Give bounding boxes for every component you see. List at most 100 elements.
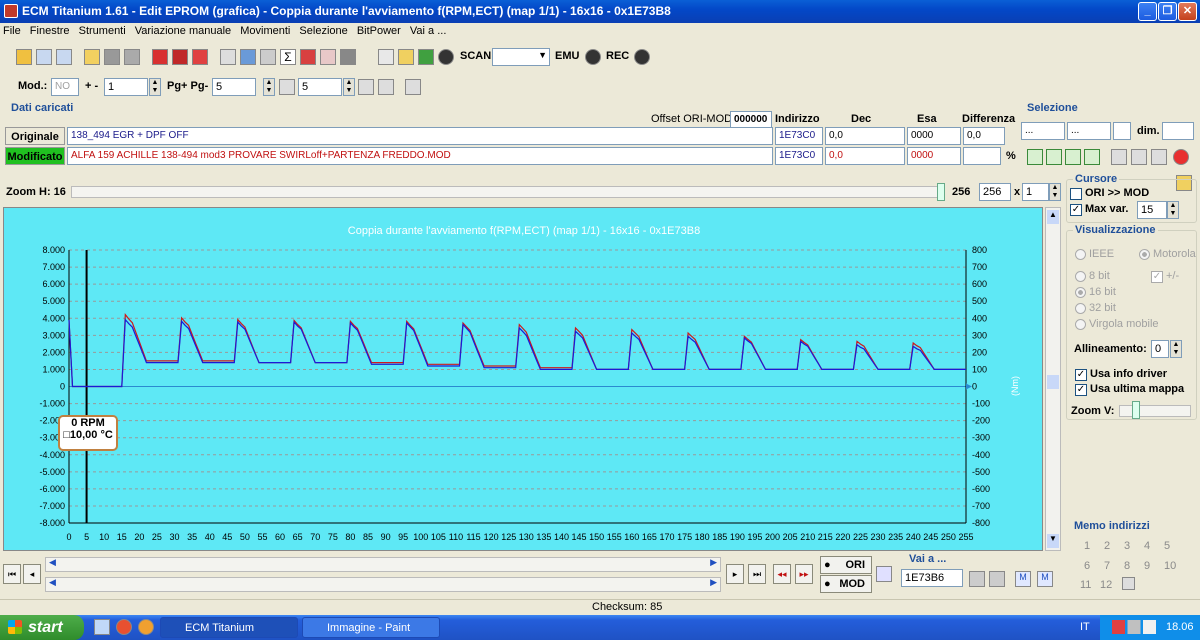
swap-icon[interactable]: [876, 566, 892, 582]
plusminus-checkbox[interactable]: ✓: [1151, 271, 1163, 283]
text-icon[interactable]: [378, 49, 394, 65]
h-icon[interactable]: [378, 79, 394, 95]
menu-vaia[interactable]: Vai a ...: [407, 23, 449, 40]
max-var-spinner[interactable]: ▲ ▼: [1167, 201, 1179, 219]
bit32-radio[interactable]: [1075, 303, 1086, 314]
bookmark2-icon[interactable]: M: [1037, 571, 1053, 587]
memo-1[interactable]: 1: [1084, 540, 1090, 552]
chart-area[interactable]: 8.000 800 7.000 700 6.000 600 5.000 500 4.000 400…: [3, 207, 1043, 551]
scan-dropdown[interactable]: ▼: [492, 48, 550, 66]
vaia-go2-icon[interactable]: [989, 571, 1005, 587]
check-icon[interactable]: [152, 49, 168, 65]
allineamento-field[interactable]: 0: [1151, 340, 1169, 358]
quicklaunch-desktop-icon[interactable]: [94, 619, 110, 635]
p-field[interactable]: 5: [298, 78, 342, 96]
memo-5[interactable]: 5: [1164, 540, 1170, 552]
sel-ux-icon[interactable]: [1046, 149, 1062, 165]
pg-field[interactable]: 5: [212, 78, 256, 96]
ieee-radio[interactable]: [1075, 249, 1086, 260]
save-icon[interactable]: [104, 49, 120, 65]
memo-2[interactable]: 2: [1104, 540, 1110, 552]
menu-finestre[interactable]: Finestre: [27, 23, 73, 40]
quicklaunch-app-icon[interactable]: [116, 619, 132, 635]
next-icon[interactable]: ▸: [726, 564, 744, 584]
map-icon[interactable]: [192, 49, 208, 65]
first-icon[interactable]: ⏮: [3, 564, 21, 584]
disk-icon[interactable]: [124, 49, 140, 65]
menu-movimenti[interactable]: Movimenti: [237, 23, 293, 40]
ori-mod-checkbox[interactable]: [1070, 188, 1082, 200]
last-icon[interactable]: ⏭: [748, 564, 766, 584]
usa-info-checkbox[interactable]: ✓: [1075, 369, 1087, 381]
memo-save-icon[interactable]: [1122, 577, 1135, 590]
selezione-end-field[interactable]: ...: [1067, 122, 1111, 140]
ori-button[interactable]: ● ORI: [820, 556, 872, 574]
memo-6[interactable]: 6: [1084, 560, 1090, 572]
p-spinner[interactable]: ▲ ▼: [343, 78, 355, 96]
sel-u-icon[interactable]: [1027, 149, 1043, 165]
scroll-thumb[interactable]: [1047, 375, 1059, 389]
zoom-h-thumb[interactable]: [937, 183, 945, 201]
menu-strumenti[interactable]: Strumenti: [76, 23, 129, 40]
motorola-radio[interactable]: [1139, 249, 1150, 260]
compare-icon[interactable]: [172, 49, 188, 65]
mod-field[interactable]: NO: [51, 78, 79, 96]
allineamento-spinner[interactable]: ▲ ▼: [1170, 340, 1182, 358]
plusminus-spinner[interactable]: ▲ ▼: [149, 78, 161, 96]
run-icon[interactable]: [418, 49, 434, 65]
emu-dot-icon[interactable]: [585, 49, 601, 65]
copy-icon[interactable]: [1111, 149, 1127, 165]
language-indicator[interactable]: IT: [1080, 621, 1090, 633]
paste2-icon[interactable]: [1151, 149, 1167, 165]
vaia-go-icon[interactable]: [969, 571, 985, 587]
zoomv-slider[interactable]: [1119, 405, 1191, 417]
emu-label[interactable]: EMU: [555, 50, 579, 62]
u-icon[interactable]: [405, 79, 421, 95]
original-hscroll[interactable]: ◀ ▶: [45, 557, 721, 572]
open-folder-icon[interactable]: [84, 49, 100, 65]
map-chart[interactable]: 8.000 8007.000 7006.000 6005.000 5004.000 400…: [4, 208, 1044, 552]
dim-field[interactable]: [1162, 122, 1194, 140]
scroll-up-icon[interactable]: ▲: [1047, 210, 1059, 224]
windows-icon[interactable]: [36, 49, 52, 65]
close-button[interactable]: ✕: [1178, 2, 1197, 21]
bit8-radio[interactable]: [1075, 271, 1086, 282]
menu-variazione[interactable]: Variazione manuale: [132, 23, 234, 40]
sigma-icon[interactable]: Σ: [280, 49, 296, 65]
table-icon[interactable]: [240, 49, 256, 65]
task-ecm-titanium[interactable]: ECM Titanium: [160, 617, 298, 638]
menu-bitpower[interactable]: BitPower: [354, 23, 404, 40]
sel-h-icon[interactable]: [1065, 149, 1081, 165]
bit16-radio[interactable]: [1075, 287, 1086, 298]
scan-label[interactable]: SCAN: [460, 50, 491, 62]
pen-icon[interactable]: [260, 49, 276, 65]
graph-icon[interactable]: [320, 49, 336, 65]
reset-icon[interactable]: [1173, 149, 1189, 165]
menu-file[interactable]: File: [0, 23, 24, 40]
scroll-down-icon[interactable]: ▼: [1047, 534, 1059, 548]
brush-icon[interactable]: [300, 49, 316, 65]
binoculars-icon[interactable]: [340, 49, 356, 65]
tray-icons[interactable]: [1112, 620, 1156, 634]
scan-dot-icon[interactable]: [438, 49, 454, 65]
memo-7[interactable]: 7: [1104, 560, 1110, 572]
home-icon[interactable]: [16, 49, 32, 65]
next-diff-icon[interactable]: ▸▸: [795, 564, 813, 584]
originale-esa[interactable]: 0000: [907, 127, 961, 145]
modificato-dec[interactable]: 0,0: [825, 147, 905, 165]
memo-9[interactable]: 9: [1144, 560, 1150, 572]
memo-10[interactable]: 10: [1164, 560, 1176, 572]
vaia-field[interactable]: 1E73B6: [901, 569, 963, 587]
zoom-mult-field[interactable]: 1: [1022, 183, 1049, 201]
memo-3[interactable]: 3: [1124, 540, 1130, 552]
bookmark-icon[interactable]: M: [1015, 571, 1031, 587]
paste-icon[interactable]: [1131, 149, 1147, 165]
maximize-button[interactable]: ❐: [1158, 2, 1177, 21]
minimize-button[interactable]: _: [1138, 2, 1157, 21]
modificato-esa[interactable]: 0000: [907, 147, 961, 165]
memo-12[interactable]: 12: [1100, 579, 1112, 591]
modified-hscroll[interactable]: ◀ ▶: [45, 577, 721, 592]
m-icon[interactable]: [358, 79, 374, 95]
panel-icon[interactable]: [56, 49, 72, 65]
max-var-field[interactable]: 15: [1137, 201, 1167, 219]
